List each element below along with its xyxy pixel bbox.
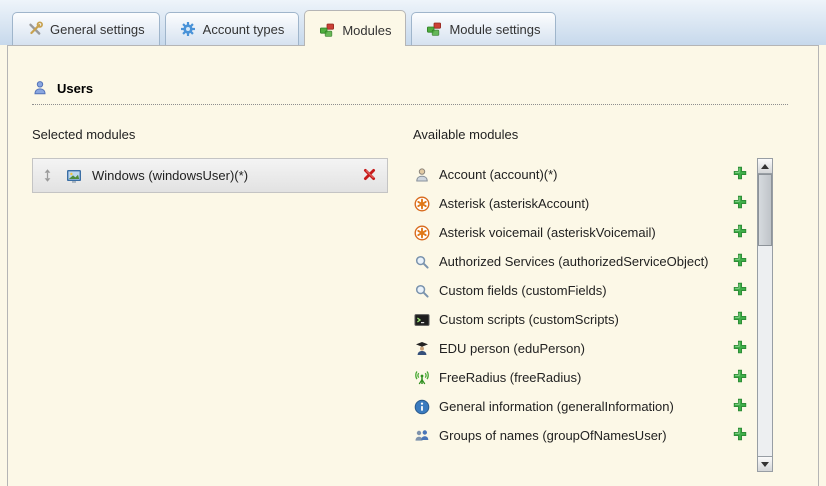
lam-configuration-page: General settings Account types Modules M… (0, 0, 826, 486)
module-name: Asterisk voicemail (asteriskVoicemail) (439, 225, 733, 240)
available-module-row: Custom scripts (customScripts) (413, 305, 757, 334)
down-arrow-icon (761, 462, 769, 467)
module-name: Asterisk (asteriskAccount) (439, 196, 733, 211)
tab-bar: General settings Account types Modules M… (0, 0, 826, 45)
tab-label: Module settings (449, 22, 540, 37)
asterisk-icon (413, 225, 431, 241)
add-module-button[interactable] (733, 224, 747, 241)
available-module-row: EDU person (eduPerson) (413, 334, 757, 363)
available-modules-column: Available modules Account (account)(*) (413, 127, 773, 472)
module-name: Account (account)(*) (439, 167, 733, 182)
plus-icon (733, 398, 747, 415)
tab-account-types[interactable]: Account types (165, 12, 300, 45)
module-name: Windows (windowsUser)(*) (92, 168, 362, 183)
add-module-button[interactable] (733, 311, 747, 328)
edu-person-icon (413, 341, 431, 357)
add-module-button[interactable] (733, 195, 747, 212)
account-icon (413, 167, 431, 183)
add-module-button[interactable] (733, 340, 747, 357)
selected-modules-list: Windows (windowsUser)(*) (32, 158, 413, 193)
modules-columns: Selected modules Windows (windowsUser)(*… (32, 127, 773, 472)
available-modules-scrollbar[interactable] (757, 158, 773, 472)
available-modules-wrap: Account (account)(*) Asterisk (asteriskA… (413, 158, 773, 472)
add-module-button[interactable] (733, 369, 747, 386)
drag-handle-icon[interactable] (43, 168, 52, 183)
plus-icon (733, 166, 747, 183)
windows-icon (66, 168, 82, 184)
magnifier-icon (413, 254, 431, 270)
terminal-icon (413, 312, 431, 328)
plus-icon (733, 253, 747, 270)
plus-icon (733, 195, 747, 212)
scrollbar-thumb[interactable] (758, 174, 772, 246)
asterisk-icon (413, 196, 431, 212)
account-types-icon (180, 21, 196, 37)
remove-module-button[interactable] (362, 167, 377, 185)
user-icon (32, 80, 48, 96)
module-name: EDU person (eduPerson) (439, 341, 733, 356)
modules-icon (319, 22, 335, 38)
add-module-button[interactable] (733, 253, 747, 270)
plus-icon (733, 282, 747, 299)
magnifier-icon (413, 283, 431, 299)
plus-icon (733, 427, 747, 444)
group-icon (413, 428, 431, 444)
info-icon (413, 399, 431, 415)
add-module-button[interactable] (733, 427, 747, 444)
plus-icon (733, 340, 747, 357)
module-name: Authorized Services (authorizedServiceOb… (439, 254, 733, 269)
available-module-row: Authorized Services (authorizedServiceOb… (413, 247, 757, 276)
selected-modules-label: Selected modules (32, 127, 413, 142)
available-module-row: FreeRadius (freeRadius) (413, 363, 757, 392)
scrollbar-track[interactable] (758, 174, 772, 456)
available-modules-label: Available modules (413, 127, 773, 142)
module-name: Custom scripts (customScripts) (439, 312, 733, 327)
module-name: Groups of names (groupOfNamesUser) (439, 428, 733, 443)
users-section-header: Users (32, 80, 788, 105)
radius-icon (413, 370, 431, 386)
tab-label: General settings (50, 22, 145, 37)
module-name: General information (generalInformation) (439, 399, 733, 414)
available-module-row: General information (generalInformation) (413, 392, 757, 421)
section-title: Users (57, 81, 93, 96)
scroll-up-button[interactable] (758, 159, 772, 174)
tab-module-settings[interactable]: Module settings (411, 12, 555, 45)
plus-icon (733, 369, 747, 386)
tab-general-settings[interactable]: General settings (12, 12, 160, 45)
available-module-row: Account (account)(*) (413, 160, 757, 189)
up-arrow-icon (761, 164, 769, 169)
selected-module-row[interactable]: Windows (windowsUser)(*) (32, 158, 388, 193)
add-module-button[interactable] (733, 166, 747, 183)
available-module-row: Custom fields (customFields) (413, 276, 757, 305)
available-modules-list: Account (account)(*) Asterisk (asteriskA… (413, 160, 757, 450)
scroll-down-button[interactable] (758, 456, 772, 471)
available-module-row: Groups of names (groupOfNamesUser) (413, 421, 757, 450)
available-module-row: Asterisk voicemail (asteriskVoicemail) (413, 218, 757, 247)
tab-label: Modules (342, 23, 391, 38)
add-module-button[interactable] (733, 398, 747, 415)
plus-icon (733, 311, 747, 328)
available-module-row: Asterisk (asteriskAccount) (413, 189, 757, 218)
module-name: Custom fields (customFields) (439, 283, 733, 298)
plus-icon (733, 224, 747, 241)
tab-modules[interactable]: Modules (304, 10, 406, 46)
tab-label: Account types (203, 22, 285, 37)
delete-icon (362, 167, 377, 185)
add-module-button[interactable] (733, 282, 747, 299)
content-panel: Users Selected modules Windows (windowsU… (7, 45, 819, 486)
module-settings-icon (426, 21, 442, 37)
selected-modules-column: Selected modules Windows (windowsUser)(*… (32, 127, 413, 472)
tools-icon (27, 21, 43, 37)
module-name: FreeRadius (freeRadius) (439, 370, 733, 385)
